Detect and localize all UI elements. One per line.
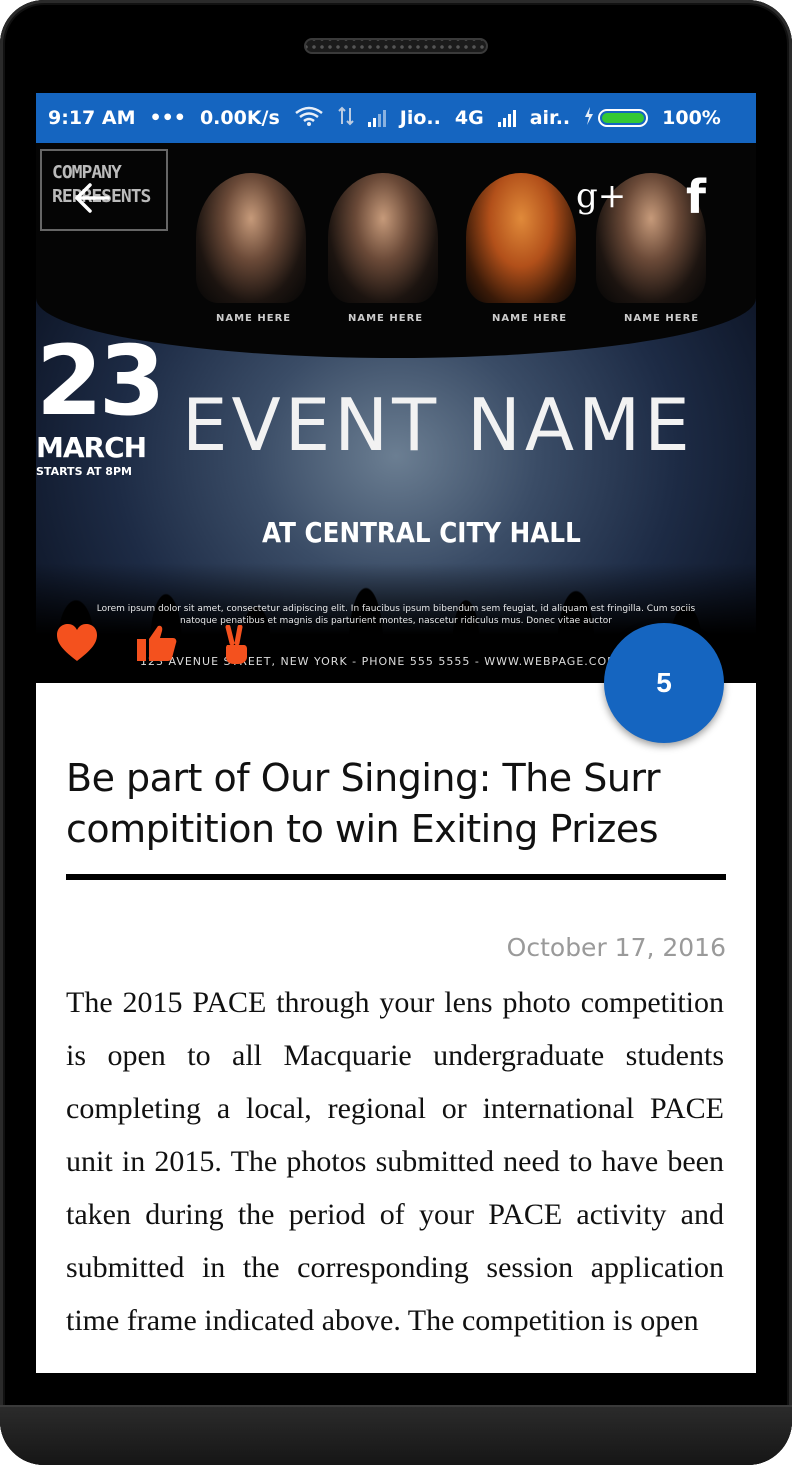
performer-label: NAME HERE [492,313,568,324]
performer-photo [196,173,306,303]
status-carrier-2: air.. [529,107,571,129]
performer-photo [328,173,438,303]
charging-icon [584,106,594,130]
back-button[interactable] [72,181,112,220]
facebook-share-button[interactable]: f [686,173,706,221]
facebook-icon: f [686,170,707,224]
count-fab-button[interactable]: 5 [604,623,724,743]
screen: 9:17 AM ••• 0.00K/s Jio.. 4G air.. 100% [36,93,756,1373]
poster-date-day: 23 [36,325,166,437]
phone-bottom-bezel [0,1405,792,1465]
status-network-type: 4G [454,107,484,129]
peace-reaction-button[interactable] [222,624,250,670]
signal-icon-2 [497,109,516,127]
fab-count: 5 [656,667,672,698]
status-bar: 9:17 AM ••• 0.00K/s Jio.. 4G air.. 100% [36,93,756,143]
thumbs-up-icon [137,625,177,661]
poster-event-name: EVENT NAME [182,383,694,467]
event-poster-image: NAME HERE NAME HERE NAME HERE NAME HERE … [36,143,756,683]
wifi-icon [294,106,324,131]
like-reaction-button[interactable] [136,623,178,668]
title-divider [66,874,726,880]
google-plus-icon: g+ [576,176,627,216]
status-time: 9:17 AM [48,107,136,129]
article-date: October 17, 2016 [506,933,726,962]
status-net-speed: 0.00K/s [199,107,280,129]
arrow-left-icon [75,183,110,213]
peace-hand-icon [225,624,247,664]
performer-label: NAME HERE [216,313,292,324]
poster-date-month: MARCH [36,431,147,464]
poster-fine-print-line: Lorem ipsum dolor sit amet, consectetur … [96,604,696,614]
poster-date-time: STARTS AT 8PM [36,465,132,478]
signal-icon-1 [367,109,386,127]
phone-speaker [304,38,488,54]
data-transfer-icon [338,106,354,131]
article-title: Be part of Our Singing: The Surr compiti… [66,756,661,851]
performer-label: NAME HERE [348,313,424,324]
google-plus-share-button[interactable]: g+ [576,176,626,216]
article-body: The 2015 PACE through your lens photo co… [66,986,724,1337]
performer-photo [466,173,576,303]
heart-icon [57,624,97,661]
status-battery: 100% [662,107,721,129]
poster-address: 123 AVENUE STREET, NEW YORK - PHONE 555 … [140,655,618,668]
status-dots: ••• [149,107,186,129]
phone-frame: 9:17 AM ••• 0.00K/s Jio.. 4G air.. 100% [0,0,792,1465]
battery-icon [598,109,649,127]
status-carrier-1: Jio.. [399,107,441,129]
performer-label: NAME HERE [624,313,700,324]
heart-reaction-button[interactable] [56,623,98,668]
